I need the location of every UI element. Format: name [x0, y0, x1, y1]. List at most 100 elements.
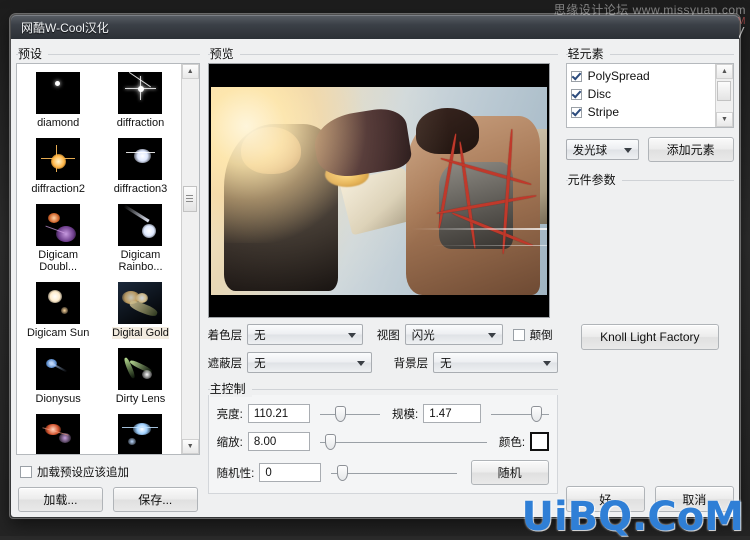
- preview-panel: 预览 着色层 无 视图 闪光 颠倒 遮蔽层 无 背景层 无 主控制 亮度: 11…: [207, 45, 558, 512]
- invert-checkbox-row[interactable]: 颠倒: [512, 327, 558, 343]
- preset-item[interactable]: diffraction: [99, 72, 181, 129]
- dialog-buttons: 好 取消: [565, 486, 734, 512]
- append-preset-checkbox-row[interactable]: 加载预设应该追加: [20, 464, 198, 480]
- preset-item[interactable]: Digicam Doubl...: [17, 204, 99, 273]
- dialog-client-area: 预设 diamond diffraction diffraction2 diffrac…: [11, 39, 739, 517]
- light-elements-list[interactable]: PolySpread Disc Stripe ▲ ▼: [565, 63, 734, 128]
- preview-glow: [210, 87, 547, 295]
- add-element-button[interactable]: 添加元素: [647, 137, 734, 162]
- bg-layer-select[interactable]: 无: [433, 352, 558, 373]
- invert-label: 颠倒: [529, 329, 553, 342]
- color-layer-label: 着色层: [207, 329, 243, 342]
- preset-thumbnail: [118, 138, 163, 180]
- preset-thumbnail: [118, 348, 163, 390]
- title-bar[interactable]: 网酷W-Cool汉化: [11, 15, 739, 39]
- brightness-row: 亮度: 110.21 规模: 1.47: [217, 404, 549, 423]
- preset-item[interactable]: Dionysus: [17, 348, 99, 405]
- preset-label: Digicam Sun: [26, 327, 90, 339]
- preset-item[interactable]: Distant: [99, 414, 181, 454]
- append-preset-label: 加载预设应该追加: [37, 467, 129, 479]
- light-element-checkbox[interactable]: [570, 88, 582, 100]
- zoom-label: 缩放:: [216, 436, 243, 449]
- light-element-row[interactable]: PolySpread: [570, 67, 716, 85]
- color-layer-select[interactable]: 无: [247, 324, 363, 345]
- preset-label: Dionysus: [35, 393, 81, 405]
- brand-area: Knoll Light Factory: [566, 187, 734, 486]
- element-type-value: 发光球: [572, 144, 608, 157]
- presets-header: 预设: [16, 45, 200, 62]
- scroll-up-icon[interactable]: ▲: [716, 64, 733, 79]
- preset-item[interactable]: diffraction2: [17, 138, 99, 195]
- element-params-title: 元件参数: [567, 171, 622, 188]
- scale-input[interactable]: 1.47: [423, 404, 482, 423]
- scrollbar-thumb[interactable]: [182, 186, 197, 212]
- invert-checkbox[interactable]: [512, 328, 525, 341]
- element-type-select[interactable]: 发光球: [565, 139, 639, 160]
- zoom-input[interactable]: 8.00: [247, 432, 311, 451]
- zoom-row: 缩放: 8.00 颜色:: [217, 432, 549, 451]
- mask-layer-select[interactable]: 无: [247, 352, 372, 373]
- preset-scroll-viewport: diamond diffraction diffraction2 diffractio…: [17, 64, 182, 454]
- view-value: 闪光: [411, 329, 435, 342]
- chevron-down-icon: [356, 360, 365, 366]
- light-element-label: Disc: [587, 87, 611, 101]
- preset-item[interactable]: diamond: [17, 72, 99, 129]
- append-preset-checkbox[interactable]: [20, 466, 32, 478]
- randomize-button[interactable]: 随机: [470, 460, 549, 485]
- light-element-row[interactable]: Disc: [570, 85, 716, 103]
- slider-knob[interactable]: [337, 464, 349, 481]
- chevron-down-icon: [487, 332, 496, 338]
- preview-title: 预览: [209, 45, 240, 62]
- load-preset-button[interactable]: 加载...: [18, 487, 103, 512]
- knoll-light-factory-button[interactable]: Knoll Light Factory: [580, 323, 719, 350]
- color-label: 颜色:: [498, 436, 526, 449]
- scroll-up-icon[interactable]: ▲: [181, 64, 199, 79]
- ok-button[interactable]: 好: [565, 486, 645, 512]
- randomness-slider[interactable]: [330, 464, 457, 482]
- slider-knob[interactable]: [335, 405, 347, 422]
- color-layer-row: 着色层 无 视图 闪光 颠倒: [208, 324, 558, 345]
- preset-scrollbar[interactable]: ▲ ▼: [180, 64, 199, 454]
- preset-label: Dirty Lens: [115, 393, 166, 405]
- bg-layer-label: 背景层: [393, 357, 429, 370]
- light-element-checkbox[interactable]: [570, 106, 582, 118]
- preset-item[interactable]: diffraction3: [99, 138, 181, 195]
- preset-label: diffraction3: [113, 183, 168, 195]
- cancel-button[interactable]: 取消: [654, 486, 734, 512]
- plugin-dialog-window: 网酷W-Cool汉化 预设 diamond diffraction diffract…: [10, 14, 740, 518]
- preset-item[interactable]: Digicam Rainbo...: [99, 204, 181, 273]
- scrollbar-thumb[interactable]: [717, 81, 731, 101]
- brightness-slider[interactable]: [319, 405, 381, 423]
- preview-canvas[interactable]: [207, 63, 550, 318]
- save-preset-button[interactable]: 保存...: [112, 487, 198, 512]
- elements-header: 轻元素: [565, 45, 734, 62]
- preset-item[interactable]: Digicam Sun: [17, 282, 99, 339]
- main-control-params: 亮度: 110.21 规模: 1.47 缩放: 8.00 颜色: 随机性: 0 …: [207, 395, 558, 494]
- preset-thumbnail: [118, 414, 163, 454]
- window-title: 网酷W-Cool汉化: [21, 20, 109, 35]
- slider-knob[interactable]: [531, 405, 543, 422]
- scroll-down-icon[interactable]: ▼: [716, 112, 733, 127]
- preset-item[interactable]: Digital Gold: [99, 282, 181, 339]
- view-select[interactable]: 闪光: [404, 324, 503, 345]
- presets-button-row: 加载... 保存...: [18, 487, 198, 512]
- presets-title: 预设: [18, 45, 49, 62]
- chevron-down-icon: [347, 332, 356, 338]
- preset-thumbnail: [36, 282, 81, 324]
- preset-item[interactable]: Dirty Lens: [99, 348, 181, 405]
- light-element-row[interactable]: Stripe: [570, 103, 716, 121]
- scale-slider[interactable]: [491, 405, 549, 423]
- randomness-input[interactable]: 0: [259, 463, 321, 482]
- add-element-row: 发光球 添加元素: [565, 137, 734, 162]
- scroll-down-icon[interactable]: ▼: [181, 439, 199, 454]
- elements-scrollbar[interactable]: ▲ ▼: [715, 64, 733, 127]
- light-element-checkbox[interactable]: [570, 70, 582, 82]
- brightness-input[interactable]: 110.21: [247, 404, 310, 423]
- brightness-label: 亮度:: [216, 408, 243, 421]
- preset-item[interactable]: Discovery: [17, 414, 99, 454]
- preset-list[interactable]: diamond diffraction diffraction2 diffractio…: [16, 63, 200, 455]
- preset-thumbnail: [36, 348, 81, 390]
- color-swatch[interactable]: [530, 432, 549, 451]
- zoom-slider[interactable]: [320, 433, 487, 451]
- slider-knob[interactable]: [324, 433, 336, 450]
